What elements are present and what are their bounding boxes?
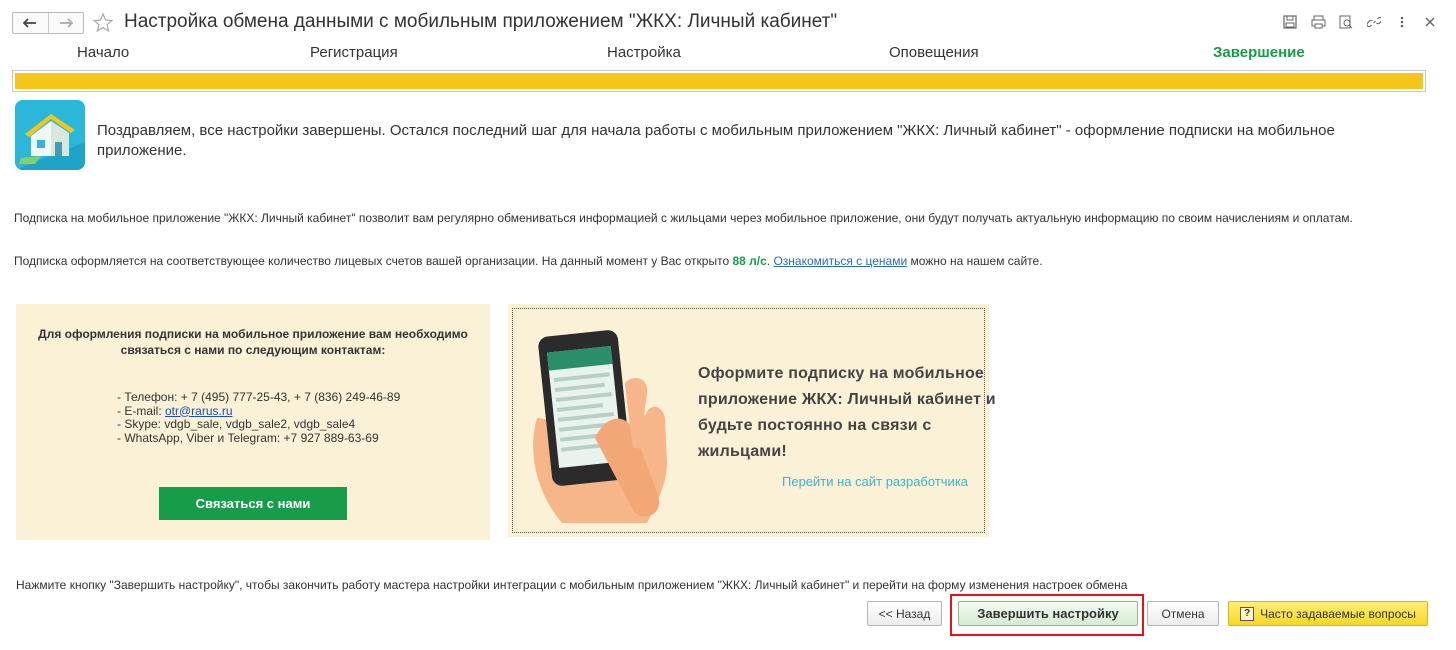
accounts-count: 88 л/с	[732, 254, 767, 268]
arrow-left-icon	[23, 18, 37, 28]
link-icon[interactable]	[1366, 14, 1382, 30]
faq-button-label: Часто задаваемые вопросы	[1260, 606, 1416, 621]
app-logo-icon	[15, 100, 85, 170]
save-icon[interactable]	[1282, 14, 1298, 30]
contact-heading: Для оформления подписки на мобильное при…	[16, 326, 490, 358]
step-finish[interactable]: Завершение	[1213, 44, 1305, 61]
wizard-steps: Начало Регистрация Настройка Оповещения …	[0, 44, 1456, 66]
step-notifications[interactable]: Оповещения	[889, 44, 979, 61]
promo-panel: Оформите подписку на мобильное приложени…	[508, 304, 996, 537]
favorite-star-icon[interactable]	[92, 12, 114, 34]
back-nav-button[interactable]	[13, 13, 48, 33]
step-registration[interactable]: Регистрация	[310, 44, 398, 61]
phone-in-hand-illustration	[533, 330, 667, 523]
accounts-text-before: Подписка оформляется на соответствующее …	[14, 254, 733, 268]
subscription-accounts-info: Подписка оформляется на соответствующее …	[14, 254, 1043, 268]
more-icon[interactable]	[1394, 14, 1410, 30]
nav-buttons	[12, 12, 84, 34]
preview-icon[interactable]	[1338, 14, 1354, 30]
print-icon[interactable]	[1310, 14, 1326, 30]
prices-link[interactable]: Ознакомиться с ценами	[773, 254, 907, 268]
forward-nav-button[interactable]	[47, 13, 83, 33]
arrow-right-icon	[59, 18, 73, 28]
cancel-button[interactable]: Отмена	[1147, 601, 1219, 626]
title-bar: Настройка обмена данными с мобильным при…	[0, 0, 1456, 44]
subscription-description: Подписка на мобильное приложение "ЖКХ: Л…	[14, 211, 1353, 225]
contact-heading-text: Для оформления подписки на мобильное при…	[38, 327, 468, 357]
contact-skype: - Skype: vdgb_sale, vdgb_sale2, vdgb_sal…	[117, 417, 356, 431]
contact-email-row: - E-mail: otr@rarus.ru	[117, 403, 400, 419]
back-button[interactable]: << Назад	[867, 601, 942, 626]
contact-us-button[interactable]: Связаться с нами	[159, 487, 347, 520]
close-icon[interactable]	[1422, 14, 1438, 30]
contact-messengers: - WhatsApp, Viber и Telegram: +7 927 889…	[117, 430, 379, 445]
contact-phone: - Телефон: + 7 (495) 777-25-43, + 7 (836…	[117, 390, 401, 404]
contact-email-link[interactable]: otr@rarus.ru	[165, 404, 233, 418]
intro-message: Поздравляем, все настройки завершены. Ос…	[97, 122, 1335, 159]
window-toolbar	[1282, 14, 1438, 30]
faq-button[interactable]: ? Часто задаваемые вопросы	[1228, 601, 1428, 626]
step-start[interactable]: Начало	[77, 44, 129, 61]
contact-list: - Телефон: + 7 (495) 777-25-43, + 7 (836…	[117, 390, 401, 445]
finish-setup-button[interactable]: Завершить настройку	[958, 601, 1138, 626]
promo-frame: Оформите подписку на мобильное приложени…	[512, 308, 996, 533]
step-settings[interactable]: Настройка	[607, 44, 681, 61]
contact-email-label: - E-mail:	[117, 403, 165, 418]
progress-fill	[15, 73, 1423, 89]
question-icon: ?	[1240, 606, 1255, 621]
promo-text: Оформите подписку на мобильное приложени…	[698, 365, 996, 460]
developer-site-link[interactable]: Перейти на сайт разработчика	[782, 474, 968, 489]
finish-instruction: Нажмите кнопку "Завершить настройку", чт…	[16, 578, 1128, 592]
wizard-progress-bar	[12, 70, 1426, 92]
accounts-text-after: можно на нашем сайте.	[907, 254, 1043, 268]
window-title: Настройка обмена данными с мобильным при…	[124, 11, 838, 32]
